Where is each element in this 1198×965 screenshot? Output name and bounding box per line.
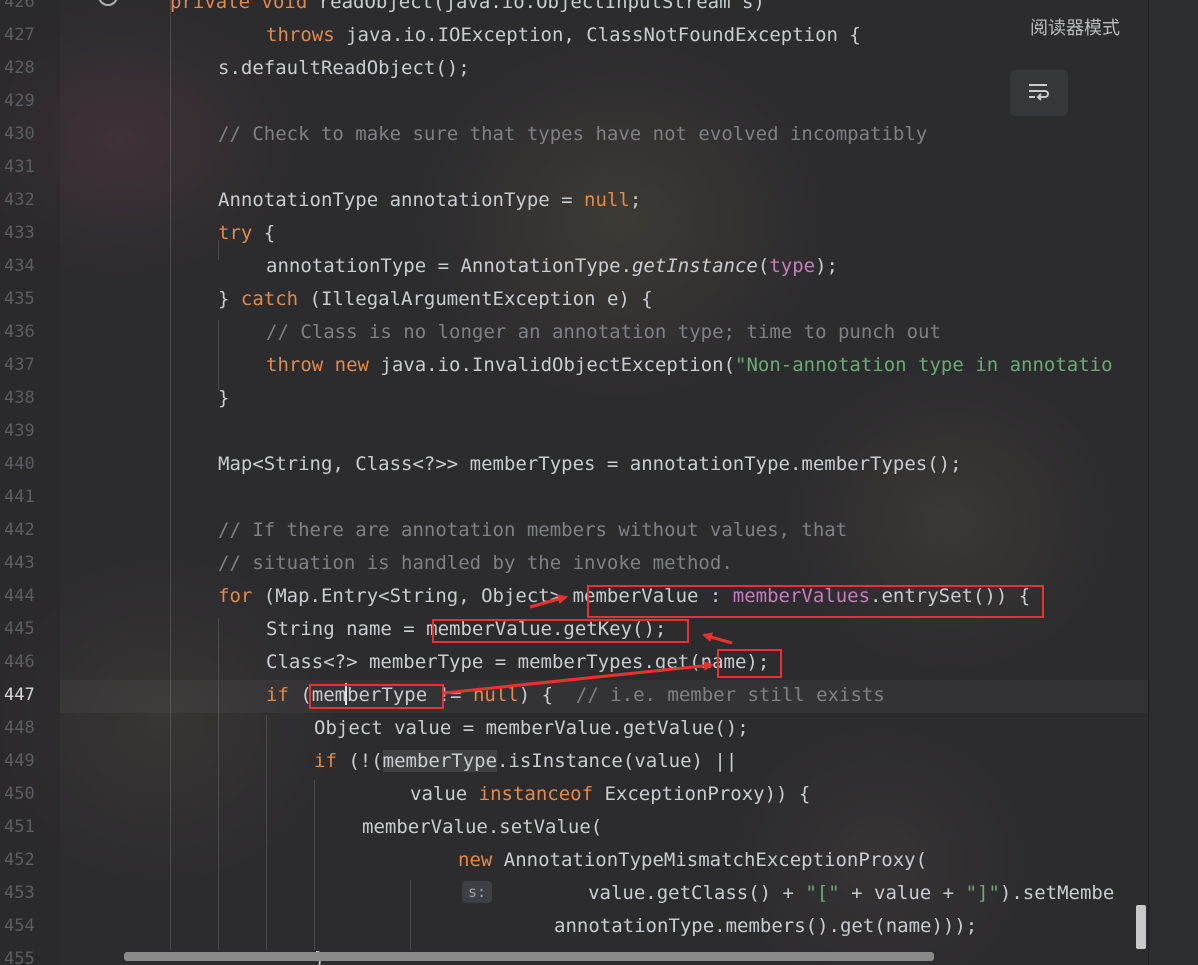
reader-mode-button[interactable]: 阅读器模式 (1020, 14, 1130, 44)
soft-wrap-icon (1027, 81, 1051, 105)
horizontal-scrollbar-thumb[interactable] (124, 952, 934, 961)
annotation-arrows (443, 594, 733, 695)
arrow-to-membervalue (529, 594, 568, 609)
right-tool-strip (1148, 0, 1198, 965)
arrow-to-name (443, 660, 714, 695)
vertical-scrollbar-thumb[interactable] (1136, 905, 1146, 949)
code-editor[interactable]: 426 427 428 429 430 431 432 433 434 435 … (0, 0, 1148, 965)
soft-wrap-button[interactable] (1010, 70, 1068, 116)
arrow-to-getkey (702, 632, 733, 645)
